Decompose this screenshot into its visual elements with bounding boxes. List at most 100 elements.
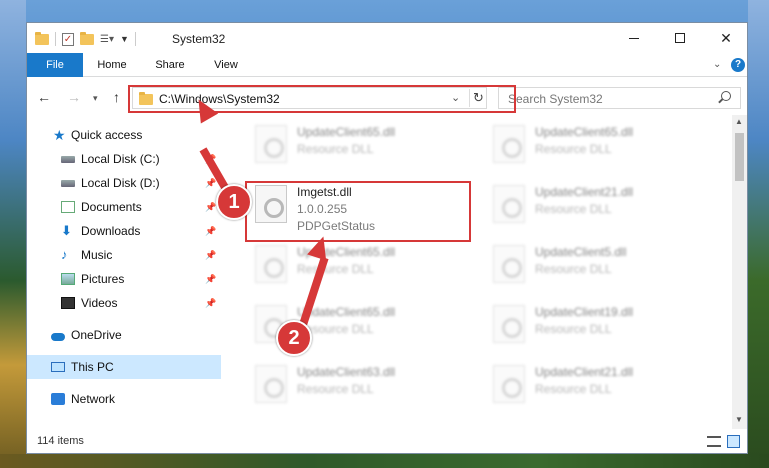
nav-item-local-disk-c[interactable]: Local Disk (C:) 📌 [27, 147, 221, 171]
status-bar: 114 items [27, 431, 747, 453]
nav-item-downloads[interactable]: ⬇ Downloads 📌 [27, 219, 221, 243]
scrollbar-thumb[interactable] [735, 133, 744, 181]
this-pc-icon [51, 362, 65, 372]
pin-icon[interactable]: 📌 [205, 250, 216, 261]
file-name: UpdateClient65.dll [535, 125, 634, 139]
help-icon[interactable]: ? [731, 58, 745, 72]
nav-item-videos[interactable]: Videos 📌 [27, 291, 221, 315]
file-tile[interactable]: UpdateClient65.dll Resource DLL [247, 119, 457, 169]
file-name: UpdateClient65.dll [297, 125, 396, 139]
dll-file-icon [255, 365, 287, 403]
nav-item-network[interactable]: Network [27, 387, 221, 411]
desktop-background-bottom [0, 454, 769, 468]
scroll-up-icon[interactable]: ▲ [735, 117, 743, 126]
file-tile[interactable]: UpdateClient21.dll Resource DLL [485, 179, 695, 229]
nav-item-label: Downloads [81, 224, 141, 238]
file-name: UpdateClient21.dll [535, 365, 634, 379]
pin-icon[interactable]: 📌 [205, 298, 216, 309]
tab-file[interactable]: File [27, 53, 83, 77]
dll-file-icon [255, 125, 287, 163]
back-button[interactable]: ← [37, 89, 51, 105]
file-description: Resource DLL [535, 142, 612, 156]
dll-file-icon [493, 185, 525, 223]
minimize-icon [629, 37, 639, 39]
desktop-background-left [0, 0, 26, 468]
forward-button[interactable]: → [67, 89, 81, 105]
nav-item-local-disk-d[interactable]: Local Disk (D:) 📌 [27, 171, 221, 195]
nav-item-label: Music [81, 248, 113, 262]
expand-ribbon-icon[interactable]: ⌄ [713, 59, 721, 70]
pin-icon[interactable]: 📌 [205, 202, 216, 213]
file-explorer-window: ✓ ☰▾ ▼ System32 ✕ File Home Share View ⌄… [26, 22, 748, 454]
properties-icon[interactable]: ✓ [62, 32, 74, 46]
nav-item-quick-access[interactable]: ★ Quick access [27, 123, 221, 147]
up-button[interactable]: ↑ [113, 89, 120, 105]
file-tile[interactable]: UpdateClient5.dll Resource DLL [485, 239, 695, 289]
dll-file-icon [493, 125, 525, 163]
file-highlight-box [245, 181, 471, 242]
pin-icon[interactable]: 📌 [205, 226, 216, 237]
file-name: UpdateClient63.dll [297, 365, 396, 379]
network-icon [51, 393, 65, 405]
desktop-background-right [748, 0, 769, 468]
file-description: Resource DLL [297, 382, 374, 396]
documents-icon [61, 201, 75, 213]
nav-item-onedrive[interactable]: OneDrive [27, 323, 221, 347]
file-description: Resource DLL [535, 262, 612, 276]
dll-file-icon [493, 365, 525, 403]
search-placeholder[interactable]: Search System32 [508, 92, 603, 106]
pin-icon[interactable]: 📌 [205, 274, 216, 285]
file-description: Resource DLL [297, 262, 374, 276]
chevron-down-icon[interactable]: ▼ [120, 34, 129, 44]
star-icon: ★ [53, 127, 66, 143]
file-tile[interactable]: UpdateClient19.dll Resource DLL [485, 299, 695, 349]
new-folder-icon[interactable] [80, 31, 94, 45]
details-view-icon[interactable] [707, 436, 721, 447]
downloads-icon: ⬇ [61, 223, 72, 238]
close-button[interactable]: ✕ [703, 23, 749, 53]
large-icons-view-icon[interactable] [727, 435, 740, 448]
maximize-button[interactable] [657, 23, 703, 53]
nav-item-label: Local Disk (C:) [81, 152, 160, 166]
nav-item-label: Network [71, 392, 116, 406]
onedrive-icon [51, 333, 65, 341]
vertical-scrollbar[interactable]: ▲ ▼ [732, 115, 747, 429]
title-bar: ✓ ☰▾ ▼ System32 ✕ [27, 23, 747, 53]
close-icon: ✕ [720, 29, 732, 46]
file-tile[interactable]: UpdateClient21.dll Resource DLL [485, 359, 695, 409]
scroll-down-icon[interactable]: ▼ [735, 415, 743, 424]
separator [134, 32, 136, 46]
file-name: UpdateClient19.dll [535, 305, 634, 319]
item-count: 114 items [37, 435, 84, 447]
tab-share[interactable]: Share [153, 53, 187, 77]
nav-item-pictures[interactable]: Pictures 📌 [27, 267, 221, 291]
drive-icon [61, 156, 75, 163]
customize-toolbar-icon[interactable]: ☰▾ [100, 34, 114, 45]
file-description: Resource DLL [535, 322, 612, 336]
pictures-icon [61, 273, 75, 285]
nav-item-music[interactable]: ♪ Music 📌 [27, 243, 221, 267]
file-name: UpdateClient21.dll [535, 185, 634, 199]
maximize-icon [675, 33, 685, 43]
nav-item-documents[interactable]: Documents 📌 [27, 195, 221, 219]
drive-icon [61, 180, 75, 187]
nav-item-label: This PC [71, 360, 114, 374]
nav-item-this-pc[interactable]: This PC [27, 355, 221, 379]
minimize-button[interactable] [611, 23, 657, 53]
nav-item-label: Videos [81, 296, 118, 310]
file-tile[interactable]: UpdateClient65.dll Resource DLL [485, 119, 695, 169]
nav-item-label: Local Disk (D:) [81, 176, 160, 190]
recent-locations-button[interactable]: ▾ [93, 93, 98, 104]
search-icon[interactable] [721, 91, 731, 101]
pin-icon[interactable]: 📌 [205, 178, 216, 189]
tab-view[interactable]: View [213, 53, 239, 77]
window-title: System32 [172, 32, 226, 46]
nav-item-label: Documents [81, 200, 142, 214]
file-tile[interactable]: UpdateClient65.dll Resource DLL [247, 239, 457, 289]
tab-home[interactable]: Home [95, 53, 129, 77]
nav-item-label: OneDrive [71, 328, 122, 342]
step-badge-1: 1 [216, 184, 252, 220]
file-tile[interactable]: UpdateClient63.dll Resource DLL [247, 359, 457, 409]
search-input[interactable]: Search System32 [498, 87, 741, 109]
navigation-pane: ★ Quick access Local Disk (C:) 📌 Local D… [27, 119, 221, 429]
